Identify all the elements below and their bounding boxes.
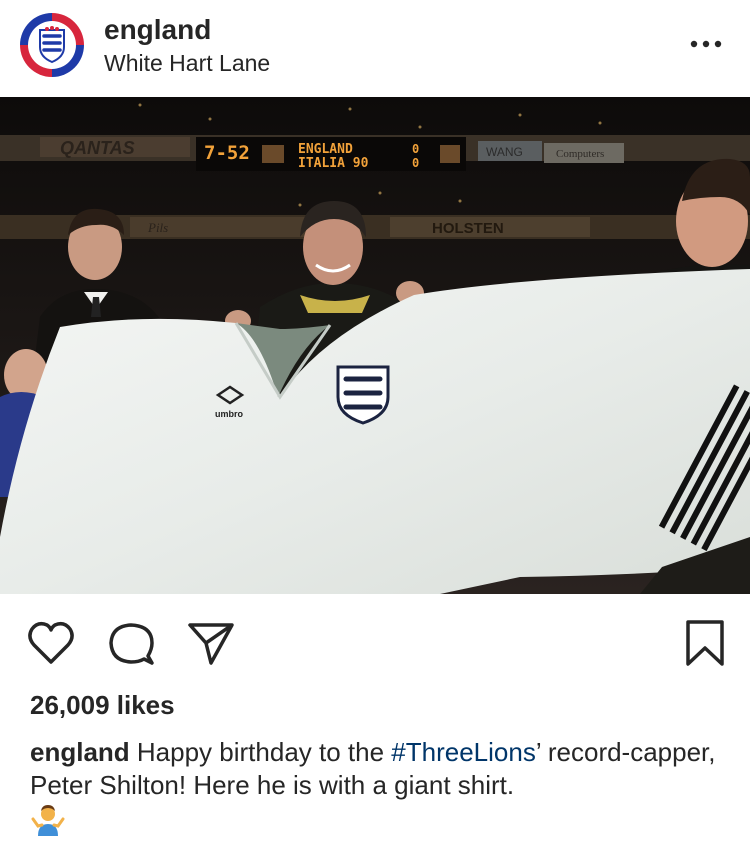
likes-count[interactable]: 26,009 likes	[30, 690, 175, 721]
action-bar	[0, 604, 750, 684]
scoreboard-team2: ITALIA 90	[298, 156, 369, 171]
post-header: england White Hart Lane	[0, 0, 750, 97]
three-lions-crest-icon	[39, 26, 65, 64]
shirt-brand: umbro	[215, 409, 244, 419]
post-photo[interactable]: QANTAS 7-52 ENGLAND ITALIA 90 0 0 WANG C…	[0, 97, 750, 594]
caption-text-before: Happy birthday to the	[129, 737, 392, 767]
heart-icon[interactable]	[26, 618, 76, 668]
scoreboard-team1: ENGLAND	[298, 142, 353, 157]
hashtag-link[interactable]: #ThreeLions	[391, 737, 536, 767]
ad-qantas: QANTAS	[60, 138, 135, 158]
paper-plane-icon[interactable]	[186, 618, 236, 668]
caption-username[interactable]: england	[30, 737, 130, 767]
scoreboard-score2: 0	[412, 156, 419, 170]
bookmark-icon[interactable]	[680, 618, 730, 668]
photo-image: QANTAS 7-52 ENGLAND ITALIA 90 0 0 WANG C…	[0, 97, 750, 594]
ad-computers: Computers	[556, 148, 604, 160]
ad-holsten: HOLSTEN	[432, 220, 504, 237]
avatar[interactable]	[20, 13, 84, 77]
post-caption: england Happy birthday to the #ThreeLion…	[30, 736, 730, 802]
scoreboard-time: 7-52	[204, 142, 250, 164]
scoreboard-score1: 0	[412, 142, 419, 156]
post-location[interactable]: White Hart Lane	[104, 50, 270, 77]
ad-pils: Pils	[147, 220, 168, 235]
comment-icon[interactable]	[106, 618, 156, 668]
person-shrugging-emoji	[31, 805, 65, 836]
post-username[interactable]: england	[104, 14, 211, 46]
ad-wang: WANG	[486, 145, 523, 159]
more-options-icon[interactable]	[686, 32, 726, 56]
